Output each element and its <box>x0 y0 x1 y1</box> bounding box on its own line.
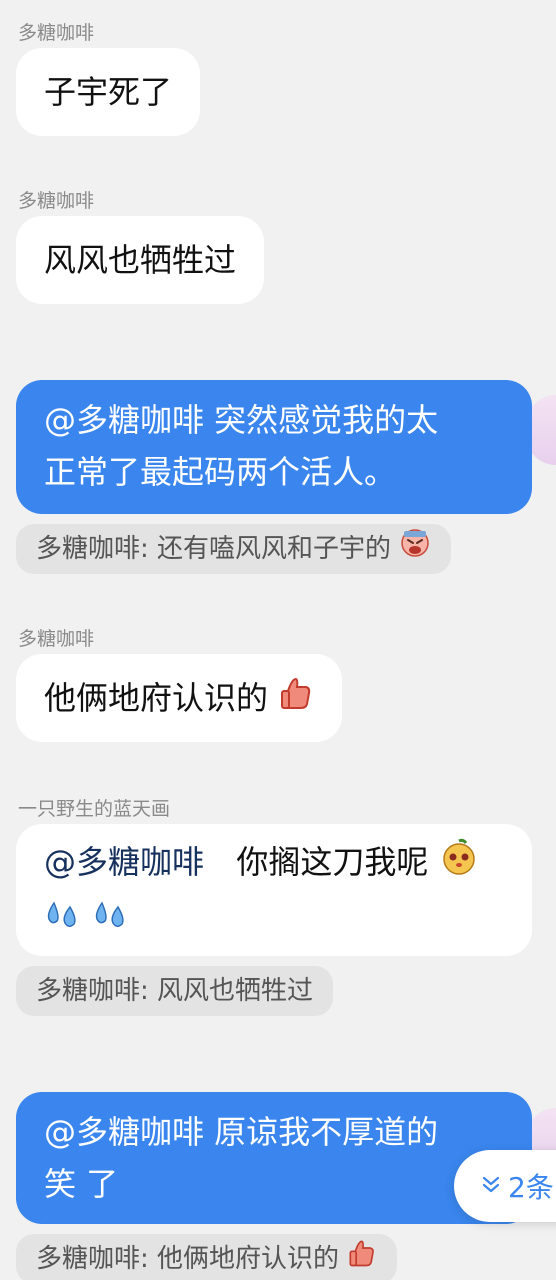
message-bubble[interactable]: 他俩地府认识的 <box>16 654 343 744</box>
message-text-line: 正常了最起码两个活人。 <box>44 453 397 491</box>
sender-name: 多糖咖啡 <box>18 190 95 212</box>
message-bubble[interactable]: 子宇死了 <box>16 48 201 136</box>
quote-text: 多糖咖啡: 他俩地府认识的 <box>36 1244 340 1274</box>
new-messages-button[interactable]: 2条 <box>454 1150 556 1222</box>
double-chevron-down-icon <box>480 1170 502 1203</box>
thumbs-up-emoji <box>278 656 314 744</box>
mango-face-emoji <box>439 837 479 892</box>
message-text: 你搁这刀我呢 <box>236 843 429 881</box>
mention[interactable]: @多糖咖啡 <box>44 843 204 881</box>
message-text-line: @多糖咖啡 突然感觉我的太 <box>44 401 439 439</box>
quoted-reply[interactable]: 多糖咖啡: 风风也牺牲过 <box>16 966 334 1016</box>
message-bubble-self[interactable]: @多糖咖啡 突然感觉我的太 正常了最起码两个活人。 <box>16 380 532 514</box>
thumbs-up-emoji <box>347 1235 377 1280</box>
quote-text: 多糖咖啡: 风风也牺牲过 <box>36 976 314 1006</box>
message-text-line: @多糖咖啡 原谅我不厚道的 <box>44 1113 439 1151</box>
sender-name: 一只野生的蓝天画 <box>18 798 171 820</box>
message-text: 他俩地府认识的 <box>44 679 269 717</box>
sender-name: 多糖咖啡 <box>18 628 95 650</box>
sweat-drops-emoji <box>44 898 82 950</box>
message-text: 风风也牺牲过 <box>44 241 237 279</box>
quote-text: 多糖咖啡: 还有嗑风风和子宇的 <box>36 534 392 564</box>
quoted-reply[interactable]: 多糖咖啡: 还有嗑风风和子宇的 <box>16 524 452 575</box>
new-messages-count: 2条 <box>508 1171 554 1204</box>
message-bubble[interactable]: @多糖咖啡 你搁这刀我呢 <box>16 824 532 956</box>
message-bubble-self[interactable]: @多糖咖啡 原谅我不厚道的 笑 了 <box>16 1092 532 1224</box>
sender-name: 多糖咖啡 <box>18 22 95 44</box>
quoted-reply[interactable]: 多糖咖啡: 他俩地府认识的 <box>16 1234 398 1280</box>
sweat-drops-emoji <box>92 898 130 950</box>
message-text: 子宇死了 <box>44 73 173 111</box>
crying-face-emoji <box>399 525 431 575</box>
message-bubble[interactable]: 风风也牺牲过 <box>16 216 265 304</box>
message-text-line: 笑 了 <box>44 1165 119 1203</box>
